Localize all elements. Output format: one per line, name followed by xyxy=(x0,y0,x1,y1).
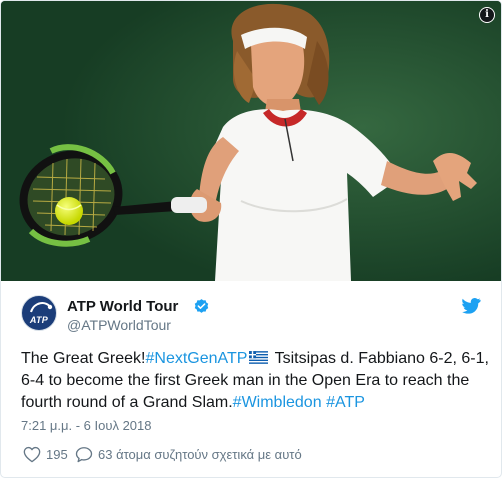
tweet-intro: The Great Greek! xyxy=(21,350,146,367)
like-count: 195 xyxy=(46,446,68,462)
tennis-player-illustration xyxy=(1,1,501,281)
greek-flag-icon xyxy=(249,351,269,364)
tweet-photo[interactable]: i xyxy=(1,1,501,281)
tweet-text: The Great Greek!#NextGenATP Tsitsipas d.… xyxy=(21,348,489,414)
author-handle[interactable]: @ATPWorldTour xyxy=(67,317,171,333)
tweet-header: ATP ATP World Tour @ATPWorldTour xyxy=(21,295,491,339)
hashtag-atp[interactable]: #ATP xyxy=(326,394,365,411)
heart-icon xyxy=(23,446,41,462)
like-button[interactable]: 195 xyxy=(23,444,68,464)
tweet-timestamp[interactable]: 7:21 μ.μ. - 6 Ιουλ 2018 xyxy=(21,418,152,433)
author-name[interactable]: ATP World Tour xyxy=(67,298,178,315)
hashtag-wimbledon[interactable]: #Wimbledon xyxy=(233,394,322,411)
atp-logo-icon xyxy=(30,302,53,313)
verified-badge-icon xyxy=(194,299,209,313)
speech-bubble-icon xyxy=(75,446,93,462)
twitter-bird-icon[interactable] xyxy=(462,298,481,314)
avatar-label: ATP xyxy=(29,315,49,325)
reply-button[interactable]: 63 άτομα συζητούν σχετικά με αυτό xyxy=(75,444,302,464)
tweet-embed-card: i ATP ATP World Tour @ATPWorldTour The G… xyxy=(0,0,502,478)
info-icon[interactable]: i xyxy=(479,7,495,23)
avatar[interactable]: ATP xyxy=(21,295,57,331)
tweet-actions: 195 63 άτομα συζητούν σχετικά με αυτό xyxy=(23,444,483,464)
reply-label: 63 άτομα συζητούν σχετικά με αυτό xyxy=(98,446,302,462)
hashtag-nextgenatp[interactable]: #NextGenATP xyxy=(146,350,248,367)
